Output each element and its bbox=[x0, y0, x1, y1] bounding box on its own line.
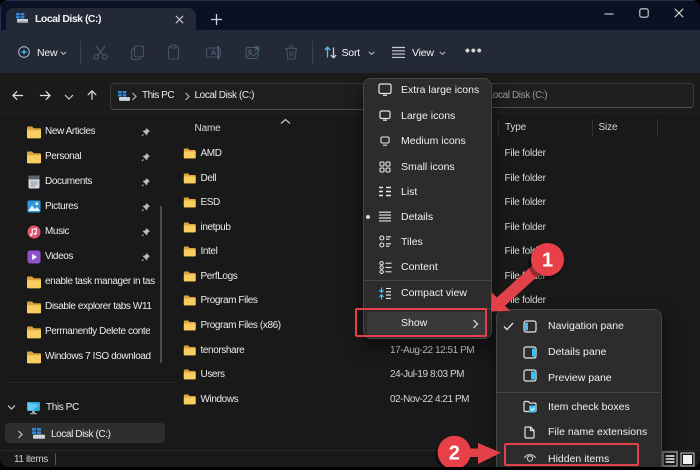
svg-text:2: 2 bbox=[449, 443, 460, 465]
svg-text:1: 1 bbox=[542, 250, 553, 272]
